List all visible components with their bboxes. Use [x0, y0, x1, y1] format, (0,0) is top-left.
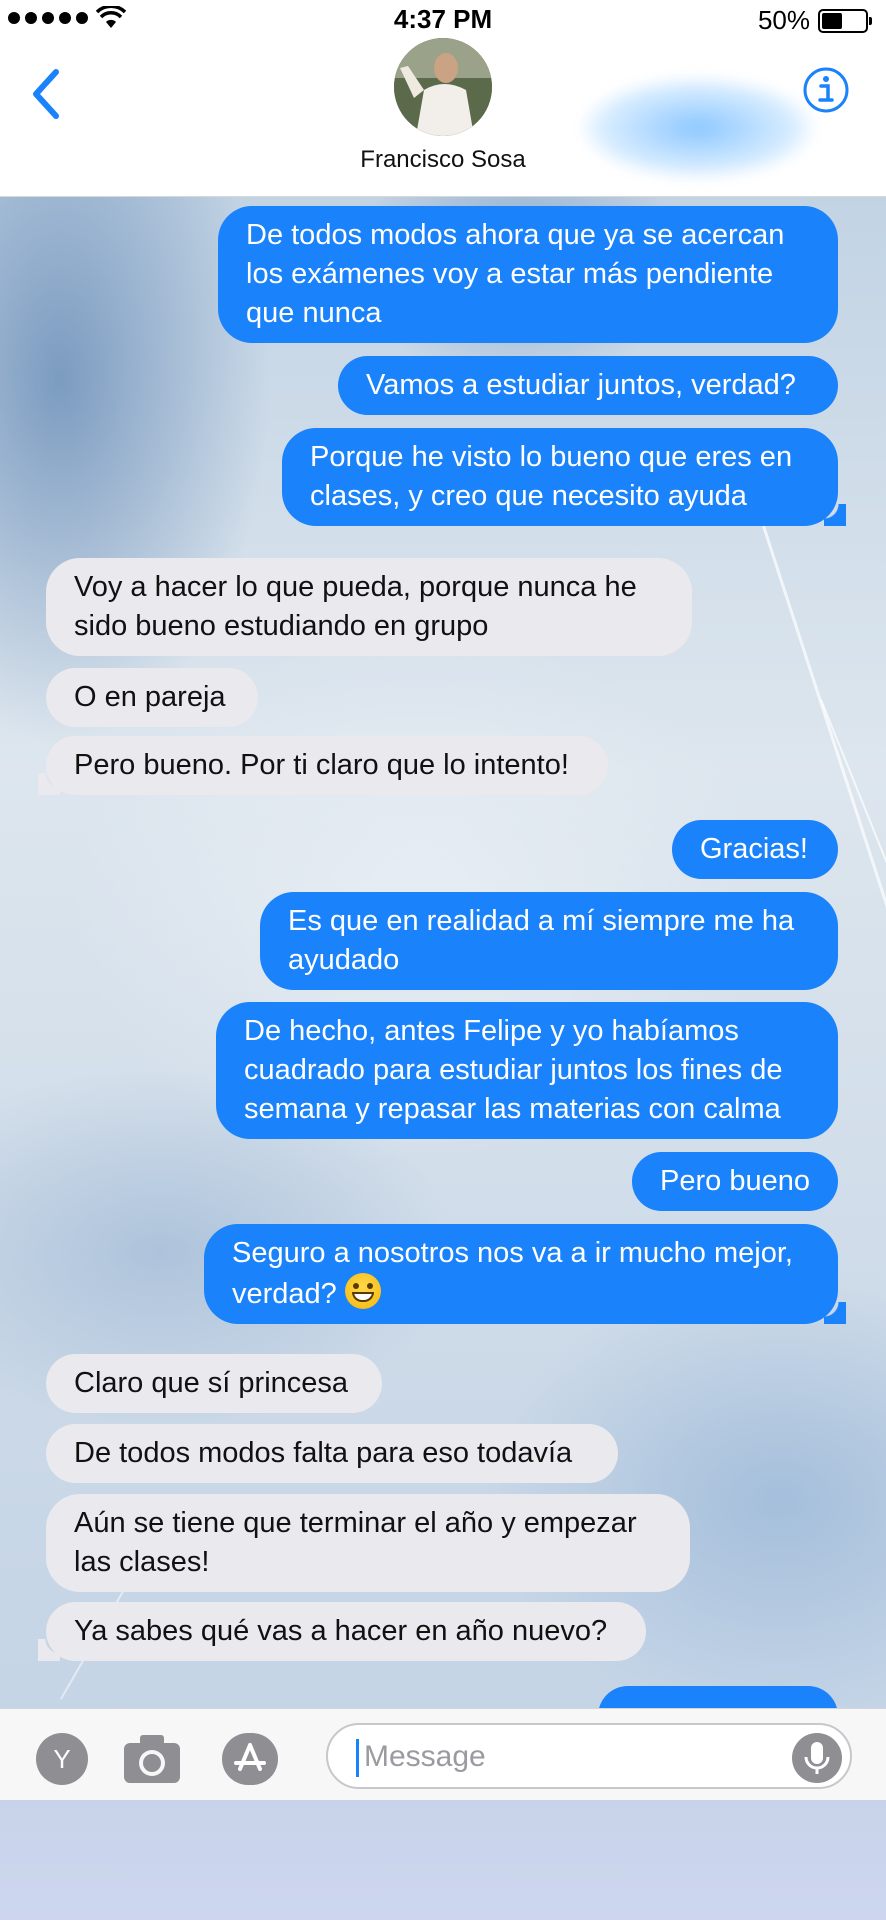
app-store-icon[interactable]: [222, 1733, 278, 1785]
battery-percentage: 50%: [757, 5, 810, 35]
grinning-face-emoji: [344, 1273, 381, 1309]
message-bubble-outgoing[interactable]: Vamos a estudiar juntos, verdad?: [338, 356, 838, 415]
message-input[interactable]: Message: [326, 1723, 852, 1789]
message-bubble-outgoing[interactable]: Pero bueno: [632, 1152, 838, 1211]
message-bubble-outgoing[interactable]: Seguro a nosotros nos va a ir mucho mejo…: [204, 1224, 846, 1324]
status-time: 4:37 PM: [393, 4, 493, 34]
contact-avatar[interactable]: [394, 38, 492, 136]
message-bubble-incoming[interactable]: Pero bueno. Por ti claro que lo intento!: [38, 736, 608, 795]
info-icon[interactable]: [802, 66, 850, 114]
message-bubble-incoming[interactable]: O en pareja: [46, 668, 258, 727]
keyboard-area-background: [0, 1800, 886, 1920]
message-placeholder: Message: [364, 1740, 486, 1773]
status-bar: 4:37 PM 50%: [0, 0, 886, 38]
conversation-header: Francisco Sosa: [0, 38, 886, 198]
message-bubble-incoming[interactable]: Ya sabes qué vas a hacer en año nuevo?: [38, 1602, 646, 1661]
chevron-left-icon[interactable]: [26, 64, 66, 124]
message-input-bar: Y Message: [0, 1708, 886, 1801]
message-bubble-incoming[interactable]: Voy a hacer lo que pueda, porque nunca h…: [46, 558, 692, 656]
message-bubble-incoming[interactable]: Aún se tiene que terminar el año y empez…: [46, 1494, 690, 1592]
battery-icon: [818, 9, 872, 33]
message-bubble-incoming[interactable]: Claro que sí princesa: [46, 1354, 382, 1413]
message-bubble-outgoing[interactable]: Es que en realidad a mí siempre me ha ay…: [260, 892, 838, 990]
message-bubble-incoming[interactable]: De todos modos falta para eso todavía: [46, 1424, 618, 1483]
camera-icon[interactable]: [122, 1731, 182, 1785]
message-bubble-outgoing[interactable]: Gracias!: [672, 820, 838, 879]
message-bubble-outgoing[interactable]: Porque he visto lo bueno que eres en cla…: [282, 428, 846, 526]
message-bubble-outgoing[interactable]: De hecho, antes Felipe y yo habíamos cua…: [216, 1002, 838, 1139]
microphone-icon[interactable]: [792, 1733, 842, 1783]
message-bubble-outgoing[interactable]: De todos modos ahora que ya se acercan l…: [218, 206, 838, 343]
app-drawer-button[interactable]: Y: [36, 1733, 88, 1785]
text-cursor: [356, 1739, 359, 1777]
